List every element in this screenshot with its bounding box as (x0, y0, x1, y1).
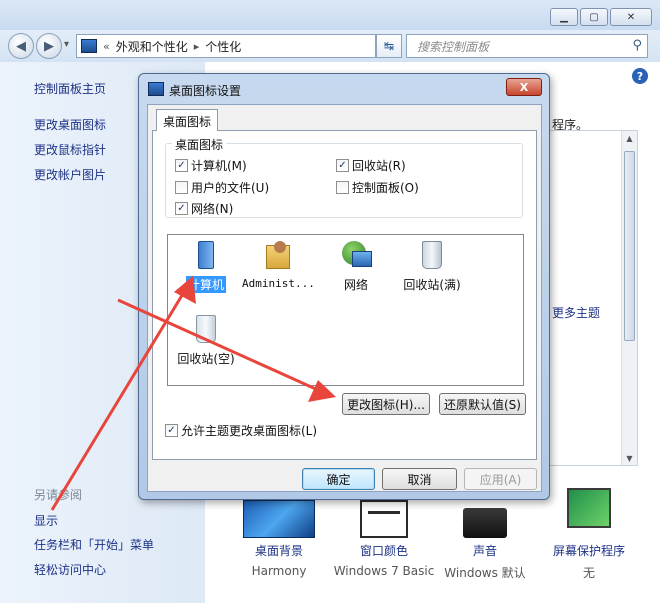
window-color-icon (360, 500, 408, 538)
recycle-bin-checkbox[interactable]: ✓ 回收站(R) (336, 157, 406, 174)
get-more-themes-link[interactable]: 更多主题 (552, 304, 600, 321)
icon-caption: 计算机 (185, 276, 226, 293)
desktop-background-label: 桌面背景 (254, 544, 303, 558)
window-color-value: Windows 7 Basic (333, 564, 435, 578)
checkbox-check-icon: ✓ (175, 159, 188, 172)
user-files-checkbox[interactable]: 用户的文件(U) (175, 179, 269, 196)
dialog-body: 桌面图标 桌面图标 ✓ 计算机(M) ✓ 回收站(R) 用户的文件(U) 控制面… (147, 104, 542, 492)
sounds-label: 声音 (472, 544, 497, 558)
screen-saver-label: 屏幕保护程序 (552, 544, 625, 558)
help-icon[interactable]: ? (632, 68, 648, 84)
window-controls: ▁ ▢ ✕ (550, 8, 652, 26)
administrator-icon-item[interactable]: Administ... (240, 239, 316, 290)
checkbox-label: 计算机(M) (191, 159, 247, 173)
checkbox-label: 回收站(R) (352, 159, 406, 173)
computer-checkbox[interactable]: ✓ 计算机(M) (175, 157, 247, 174)
ease-of-access-link[interactable]: 轻松访问中心 (34, 561, 106, 578)
icon-caption: 回收站(满) (403, 278, 461, 292)
search-input[interactable]: 搜索控制面板 ⚲ (406, 34, 648, 58)
recycle-bin-empty-icon-item[interactable]: 回收站(空) (168, 313, 244, 367)
maximize-button[interactable]: ▢ (580, 8, 608, 26)
checkbox-check-icon: ✓ (175, 202, 188, 215)
control-panel-checkbox[interactable]: 控制面板(O) (336, 179, 419, 196)
screen-saver-value: 无 (582, 566, 595, 580)
tab-desktop-icons[interactable]: 桌面图标 (156, 109, 219, 131)
window-color-item[interactable]: 窗口颜色 Windows 7 Basic (328, 500, 440, 578)
restore-default-button[interactable]: 还原默认值(S) (439, 393, 526, 415)
computer-icon-item[interactable]: 计算机 (168, 239, 244, 293)
desktop-background-thumbnail (243, 500, 315, 538)
recycle-bin-empty-icon (190, 313, 222, 347)
search-placeholder: 搜索控制面板 (417, 39, 490, 54)
apply-button[interactable]: 应用(A) (464, 468, 537, 490)
checkbox-empty-icon (336, 181, 349, 194)
checkbox-label: 控制面板(O) (352, 181, 419, 195)
checkbox-check-icon: ✓ (165, 424, 178, 437)
forward-button[interactable]: ▶ (36, 33, 62, 59)
window-color-label: 窗口颜色 (359, 544, 408, 558)
recycle-bin-full-icon (416, 239, 448, 273)
close-button[interactable]: ✕ (610, 8, 652, 26)
change-icon-button[interactable]: 更改图标(H)... (342, 393, 430, 415)
icon-caption: 网络 (343, 278, 368, 292)
search-icon[interactable]: ⚲ (632, 38, 642, 53)
user-folder-icon (262, 239, 294, 273)
desktop-icon-settings-dialog: 桌面图标设置 X 桌面图标 桌面图标 ✓ 计算机(M) ✓ 回收站(R) 用户的… (138, 73, 550, 500)
display-link[interactable]: 显示 (34, 512, 58, 529)
back-button[interactable]: ◀ (8, 33, 34, 59)
window-titlebar: ▁ ▢ ✕ (0, 0, 660, 30)
change-account-picture-link[interactable]: 更改帐户图片 (34, 166, 106, 183)
ok-button[interactable]: 确定 (302, 468, 375, 490)
see-also-label: 另请参阅 (34, 488, 83, 502)
network-icon (340, 239, 372, 273)
network-checkbox[interactable]: ✓ 网络(N) (175, 200, 233, 217)
navigation-bar: ◀ ▶ ▾ « 外观和个性化 ▸ 个性化 ↹ 搜索控制面板 ⚲ (0, 30, 660, 62)
desktop-icon-list[interactable]: 计算机 Administ... 网络 回收站(满) 回收站(空) (167, 234, 524, 386)
breadcrumb-overflow[interactable]: « (103, 40, 110, 53)
refresh-button[interactable]: ↹ (376, 34, 402, 58)
network-icon-item[interactable]: 网络 (318, 239, 394, 293)
breadcrumb-personalization[interactable]: 个性化 (205, 38, 241, 55)
scroll-up-icon[interactable]: ▲ (622, 131, 637, 145)
allow-themes-checkbox[interactable]: ✓ 允许主题更改桌面图标(L) (165, 422, 317, 439)
minimize-button[interactable]: ▁ (550, 8, 578, 26)
sounds-item[interactable]: 声音 Windows 默认 (440, 500, 530, 581)
checkbox-label: 允许主题更改桌面图标(L) (181, 424, 318, 438)
change-mouse-pointers-link[interactable]: 更改鼠标指针 (34, 141, 106, 158)
tab-panel: 桌面图标 ✓ 计算机(M) ✓ 回收站(R) 用户的文件(U) 控制面板(O) (152, 130, 537, 460)
control-panel-home-link[interactable]: 控制面板主页 (34, 80, 106, 97)
checkbox-empty-icon (175, 181, 188, 194)
checkbox-check-icon: ✓ (336, 159, 349, 172)
checkbox-label: 网络(N) (191, 202, 234, 216)
scrollbar-thumb[interactable] (624, 151, 635, 341)
icon-caption: 回收站(空) (177, 352, 235, 366)
history-dropdown-icon[interactable]: ▾ (64, 39, 69, 50)
checkbox-label: 用户的文件(U) (191, 181, 270, 195)
computer-icon (190, 239, 222, 273)
theme-list-scrollbar[interactable]: ▲ ▼ (621, 131, 637, 465)
breadcrumb-separator-icon[interactable]: ▸ (194, 40, 200, 53)
desktop-icons-group: 桌面图标 ✓ 计算机(M) ✓ 回收站(R) 用户的文件(U) 控制面板(O) (165, 136, 523, 218)
scroll-down-icon[interactable]: ▼ (622, 451, 637, 465)
recycle-bin-full-icon-item[interactable]: 回收站(满) (394, 239, 470, 293)
change-desktop-icons-link[interactable]: 更改桌面图标 (34, 116, 106, 133)
address-bar[interactable]: « 外观和个性化 ▸ 个性化 (76, 34, 376, 58)
taskbar-start-menu-link[interactable]: 任务栏和「开始」菜单 (34, 536, 154, 553)
sounds-icon (463, 508, 507, 538)
breadcrumb-appearance[interactable]: 外观和个性化 (116, 38, 188, 55)
screen-saver-icon (567, 488, 611, 528)
desktop-background-item[interactable]: 桌面背景 Harmony (238, 500, 320, 578)
icon-caption: Administ... (242, 277, 315, 290)
control-panel-icon (81, 39, 97, 53)
sounds-value: Windows 默认 (444, 566, 526, 580)
desktop-background-value: Harmony (251, 564, 307, 578)
dialog-title: 桌面图标设置 (169, 84, 242, 98)
dialog-icon (148, 82, 164, 96)
cancel-button[interactable]: 取消 (382, 468, 457, 490)
screen-saver-item[interactable]: 屏幕保护程序 无 (548, 488, 630, 581)
group-label: 桌面图标 (172, 136, 227, 153)
dialog-close-button[interactable]: X (506, 78, 542, 96)
